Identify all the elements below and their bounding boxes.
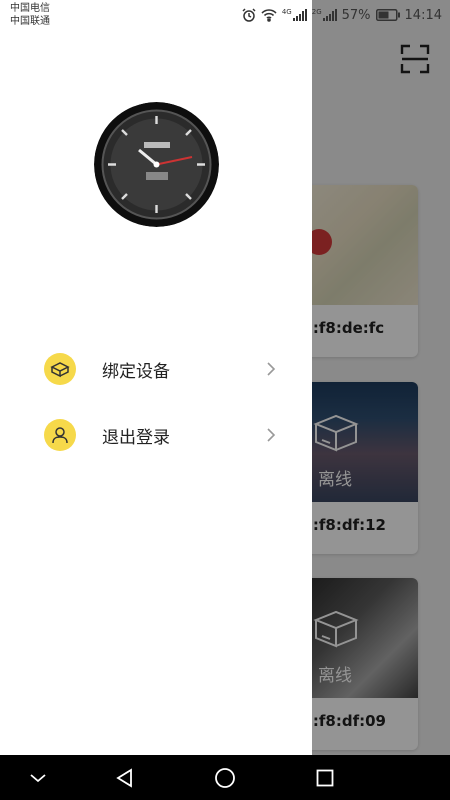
battery-icon [375, 9, 400, 21]
status-bar: 中国电信 中国联通 4G 2G 57% 14:14 [0, 0, 450, 30]
chevron-down-icon [30, 774, 46, 783]
alarm-icon [242, 8, 256, 22]
signal-icon [322, 9, 337, 21]
carrier-2: 中国联通 [10, 16, 50, 27]
hide-nav-button[interactable] [25, 765, 51, 791]
status-icons: 4G 2G 57% 14:14 [242, 6, 442, 24]
clock: 14:14 [404, 7, 442, 23]
avatar[interactable] [94, 102, 219, 227]
network-type: 2G [311, 8, 322, 16]
menu-item-logout[interactable]: 退出登录 [0, 407, 312, 463]
menu-item-label: 退出登录 [102, 427, 170, 448]
chevron-right-icon [267, 428, 276, 442]
network-type: 4G [281, 8, 292, 16]
system-nav-bar [0, 755, 450, 800]
back-button[interactable] [112, 765, 138, 791]
back-triangle-icon [116, 768, 132, 788]
menu-item-label: 绑定设备 [102, 361, 170, 382]
user-icon [44, 419, 76, 451]
menu-item-bind-device[interactable]: 绑定设备 [0, 341, 312, 397]
signal-1: 4G [282, 9, 307, 21]
recents-square-icon [316, 769, 334, 787]
wifi-icon [261, 9, 277, 22]
signal-2: 2G [312, 9, 337, 21]
battery-percent: 57% [341, 7, 371, 23]
signal-icon [292, 9, 307, 21]
navigation-drawer: 绑定设备 退出登录 [0, 0, 312, 755]
home-circle-icon [215, 768, 235, 788]
carrier-1: 中国电信 [10, 3, 50, 14]
chevron-right-icon [267, 362, 276, 376]
recents-button[interactable] [312, 765, 338, 791]
carrier-info: 中国电信 中国联通 [10, 2, 50, 28]
home-button[interactable] [212, 765, 238, 791]
box-icon [44, 353, 76, 385]
